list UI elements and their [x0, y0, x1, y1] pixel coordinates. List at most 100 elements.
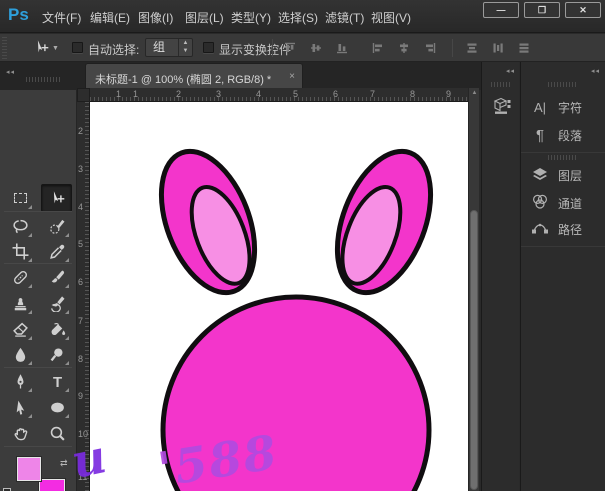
collapse-dock-icon[interactable]: ◂◂: [506, 67, 515, 75]
tool-group-divider: [4, 446, 72, 447]
character-panel-button[interactable]: A| 字符: [521, 94, 605, 120]
brush-tool[interactable]: [44, 265, 70, 289]
document-tab[interactable]: 未标题-1 @ 100% (椭圆 2, RGB/8) * ×: [85, 63, 303, 90]
collapse-dock-icon[interactable]: ◂◂: [591, 67, 600, 75]
menu-type[interactable]: 类型(Y): [231, 9, 271, 26]
dock-grip[interactable]: [548, 82, 578, 87]
show-transform-checkbox[interactable]: [203, 42, 214, 53]
blur-tool[interactable]: [7, 342, 33, 366]
document-canvas[interactable]: [90, 102, 468, 491]
vertical-scrollbar[interactable]: ▲: [468, 88, 479, 491]
align-right-edges-icon[interactable]: [424, 42, 436, 54]
close-button[interactable]: ✕: [565, 2, 601, 18]
align-vertical-centers-icon[interactable]: [310, 42, 322, 54]
type-tool[interactable]: T: [44, 369, 70, 393]
eraser-tool[interactable]: [7, 317, 33, 341]
svg-text:T: T: [52, 374, 61, 389]
rectangular-marquee-tool[interactable]: [7, 186, 33, 210]
options-divider: [452, 39, 453, 57]
pen-tool[interactable]: [7, 369, 33, 393]
zoom-tool[interactable]: [44, 421, 70, 445]
ruler-number: 5: [78, 239, 83, 249]
ruler-number: 10: [78, 429, 88, 439]
align-top-edges-icon[interactable]: [284, 42, 296, 54]
history-brush-tool[interactable]: [44, 291, 70, 315]
menu-filter[interactable]: 滤镜(T): [325, 9, 364, 26]
ruler-number: 3: [216, 89, 221, 99]
scroll-up-icon[interactable]: ▲: [470, 90, 479, 96]
menu-edit[interactable]: 编辑(E): [90, 9, 130, 26]
channels-panel-button[interactable]: 通道: [521, 190, 605, 216]
rabbit-head: [163, 297, 429, 491]
lasso-tool[interactable]: [7, 214, 33, 238]
panel-label: 图层: [558, 167, 582, 184]
dodge-tool[interactable]: [44, 342, 70, 366]
align-bottom-edges-icon[interactable]: [336, 42, 348, 54]
paths-panel-button[interactable]: 路径: [521, 216, 605, 242]
menu-view[interactable]: 视图(V): [371, 9, 411, 26]
menu-bar: Ps 文件(F) 编辑(E) 图像(I) 图层(L) 类型(Y) 选择(S) 滤…: [0, 0, 605, 33]
channels-icon: [530, 193, 550, 213]
panel-label: 字符: [558, 99, 582, 116]
menu-image[interactable]: 图像(I): [138, 9, 173, 26]
clone-stamp-tool[interactable]: [7, 291, 33, 315]
ruler-number: 1: [133, 89, 138, 99]
quick-selection-tool[interactable]: [44, 214, 70, 238]
crop-tool[interactable]: [7, 239, 33, 263]
tab-close-icon[interactable]: ×: [289, 71, 295, 82]
auto-select-checkbox[interactable]: [72, 42, 83, 53]
distribute-vertical-centers-icon[interactable]: [492, 42, 504, 54]
tool-group-divider: [4, 263, 72, 264]
horizontal-ruler[interactable]: 1 1 2 3 4 5 6 7 8 9: [90, 88, 468, 102]
paragraph-panel-button[interactable]: ¶ 段落: [521, 122, 605, 148]
menu-file[interactable]: 文件(F): [42, 9, 81, 26]
vertical-ruler[interactable]: 2 3 4 5 6 7 8 9 10 11: [77, 102, 90, 491]
photoshop-window: Ps 文件(F) 编辑(E) 图像(I) 图层(L) 类型(Y) 选择(S) 滤…: [0, 0, 605, 491]
document-tab-title: 未标题-1 @ 100% (椭圆 2, RGB/8) *: [95, 71, 271, 87]
ruler-number: 1: [116, 89, 121, 99]
toolbar-grip[interactable]: [26, 77, 62, 82]
foreground-color-swatch[interactable]: [17, 457, 41, 481]
distribute-top-edges-icon[interactable]: [466, 42, 478, 54]
ps-logo: Ps: [8, 5, 29, 25]
tool-preset-arrow-icon[interactable]: ▼: [52, 45, 59, 52]
icon-dock-column: ◂◂: [481, 62, 519, 491]
layers-panel-button[interactable]: 图层: [521, 162, 605, 188]
maximize-button[interactable]: ❐: [524, 2, 560, 18]
auto-select-mode-dropdown[interactable]: 组 ▲▼: [145, 38, 193, 57]
character-icon: A|: [530, 100, 550, 115]
spot-healing-brush-tool[interactable]: [7, 265, 33, 289]
tool-group-divider: [4, 211, 72, 212]
3d-panel-button[interactable]: [490, 92, 514, 118]
ruler-number: 8: [410, 89, 415, 99]
move-tool[interactable]: [44, 186, 70, 210]
distribute-bottom-edges-icon[interactable]: [518, 42, 530, 54]
ruler-number: 9: [78, 391, 83, 401]
options-grip[interactable]: [2, 37, 7, 59]
eyedropper-tool[interactable]: [44, 239, 70, 263]
swap-colors-icon[interactable]: ⇄: [60, 458, 68, 469]
collapse-tools-icon[interactable]: ◂◂: [6, 68, 15, 76]
ruler-number: 8: [78, 354, 83, 364]
path-selection-tool[interactable]: [7, 395, 33, 419]
hand-tool[interactable]: [7, 421, 33, 445]
menu-layer[interactable]: 图层(L): [185, 9, 224, 26]
ruler-number: 11: [78, 472, 87, 482]
background-color-swatch[interactable]: [39, 479, 65, 491]
align-left-edges-icon[interactable]: [372, 42, 384, 54]
panel-label: 路径: [558, 221, 582, 238]
dropdown-stepper-icon[interactable]: ▲▼: [178, 39, 192, 56]
minimize-button[interactable]: —: [483, 2, 519, 18]
ruler-number: 6: [78, 277, 83, 287]
paint-bucket-tool[interactable]: [44, 317, 70, 341]
panel-dock-column: ◂◂ A| 字符 ¶ 段落 图层 通道 路径: [520, 62, 605, 491]
scrollbar-thumb[interactable]: [470, 210, 478, 490]
dock-grip[interactable]: [548, 155, 578, 160]
paths-icon: [530, 220, 550, 239]
menu-select[interactable]: 选择(S): [278, 9, 318, 26]
document-tab-bar: ◂◂ 未标题-1 @ 100% (椭圆 2, RGB/8) * ×: [0, 62, 481, 90]
align-horizontal-centers-icon[interactable]: [398, 42, 410, 54]
dock-grip[interactable]: [491, 82, 511, 87]
ruler-corner[interactable]: [77, 88, 90, 102]
ellipse-shape-tool[interactable]: [44, 395, 70, 419]
